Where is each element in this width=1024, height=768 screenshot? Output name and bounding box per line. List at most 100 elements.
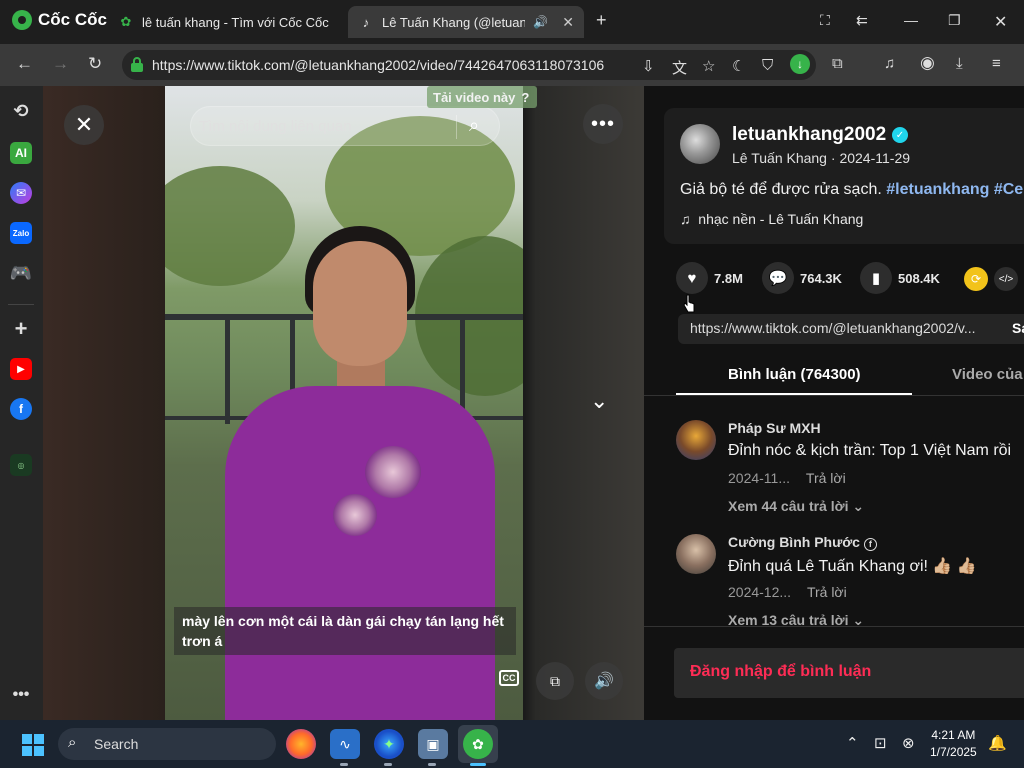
author-username[interactable]: letuankhang2002 bbox=[732, 124, 886, 146]
video-link-box[interactable]: https://www.tiktok.com/@letuankhang2002/… bbox=[678, 314, 1024, 344]
speaker-icon[interactable]: 🔊 bbox=[533, 15, 548, 29]
hashtags[interactable]: #letuankhang #Ce bbox=[886, 181, 1023, 198]
game-controller-icon[interactable]: 🎮 bbox=[10, 262, 32, 284]
zalo-icon[interactable]: Zalo bbox=[10, 222, 32, 244]
taskbar-search[interactable]: ⌕ Search bbox=[58, 728, 276, 760]
shield-icon[interactable]: ⛉ bbox=[762, 57, 773, 74]
search-icon[interactable]: ⌕ bbox=[469, 115, 479, 136]
author-avatar[interactable] bbox=[680, 124, 720, 164]
description-text: Giả bộ té để được rửa sạch. bbox=[680, 181, 882, 198]
profile-icon[interactable]: ◉ bbox=[920, 53, 935, 73]
hand-cursor-icon bbox=[683, 294, 695, 313]
tiktok-favicon-icon: ♪ bbox=[362, 14, 370, 30]
commenter-avatar[interactable] bbox=[676, 420, 716, 460]
downloads-icon[interactable]: ⤓ bbox=[956, 55, 963, 72]
running-indicator bbox=[470, 763, 486, 766]
savior-download-icon[interactable]: ↓ bbox=[790, 54, 810, 74]
search-placeholder: Tìm nội dung liên quan bbox=[199, 118, 352, 135]
comment-bubble-icon[interactable]: 💬 bbox=[762, 262, 794, 294]
video-description: Giả bộ té để được rửa sạch. #letuankhang… bbox=[680, 181, 1023, 199]
palm-foliage bbox=[165, 166, 295, 286]
add-sidebar-item-icon[interactable]: + bbox=[10, 316, 32, 341]
maximize-icon[interactable]: ❐ bbox=[948, 12, 961, 29]
download-page-icon[interactable]: ⇩ bbox=[642, 57, 655, 75]
dark-mode-icon[interactable]: ☾ bbox=[732, 57, 745, 75]
extensions-icon[interactable]: ⧉ bbox=[832, 55, 843, 72]
translate-icon[interactable]: 文 bbox=[672, 57, 687, 78]
windows-start-icon[interactable] bbox=[22, 734, 44, 756]
back-history-icon[interactable]: ⇇ bbox=[856, 12, 868, 29]
author-display-name[interactable]: Lê Tuấn Khang bbox=[732, 150, 827, 166]
login-to-comment-button[interactable]: Đăng nhập để bình luận bbox=[674, 648, 1024, 698]
network-icon[interactable]: ⊡ bbox=[874, 734, 887, 752]
bookmark-icon[interactable]: ▮ bbox=[860, 262, 892, 294]
close-window-icon[interactable]: ✕ bbox=[994, 12, 1007, 32]
forward-icon[interactable]: → bbox=[52, 54, 69, 74]
new-tab-button[interactable]: + bbox=[596, 10, 607, 31]
close-video-button[interactable]: ✕ bbox=[64, 105, 104, 145]
network-app-icon[interactable]: ✦ bbox=[374, 729, 404, 759]
commenter-name-text: Cường Bình Phước bbox=[728, 534, 860, 550]
facebook-icon[interactable]: f bbox=[10, 398, 32, 420]
tab-creator-videos[interactable]: Video của bbox=[952, 366, 1023, 383]
volume-icon[interactable]: 🔊 bbox=[585, 662, 623, 700]
bookmark-star-icon[interactable]: ☆ bbox=[702, 57, 715, 75]
floating-player-icon[interactable]: ⧉ bbox=[536, 662, 574, 700]
download-video-badge[interactable]: Tải video này ? bbox=[427, 86, 538, 108]
repost-icon[interactable]: ⟳ bbox=[964, 267, 988, 291]
music-line[interactable]: ♫ nhạc nền - Lê Tuấn Khang bbox=[680, 211, 863, 227]
task-manager-icon[interactable]: ∿ bbox=[330, 729, 360, 759]
save-action[interactable]: ▮ 508.4K bbox=[860, 262, 940, 294]
heart-icon[interactable]: ♥ bbox=[676, 262, 708, 294]
volume-muted-icon[interactable]: ⊗ bbox=[902, 734, 915, 752]
menu-icon[interactable]: ≡ bbox=[992, 55, 1001, 72]
messenger-icon[interactable]: ✉ bbox=[10, 182, 32, 204]
comment-action[interactable]: 💬 764.3K bbox=[762, 262, 842, 294]
video-subtitle: mày lên cơn một cái là dàn gái chạy tán … bbox=[174, 607, 516, 655]
coccoc-2024-icon[interactable]: ◎ bbox=[10, 454, 32, 476]
firefox-icon[interactable] bbox=[286, 729, 316, 759]
commenter-name[interactable]: Cường Bình Phước f bbox=[728, 534, 877, 551]
search-divider bbox=[456, 115, 457, 139]
minimize-icon[interactable]: — bbox=[904, 12, 918, 28]
tab-comments[interactable]: Bình luận (764300) bbox=[728, 366, 861, 383]
reply-button[interactable]: Trả lời bbox=[807, 584, 847, 600]
post-date: 2024-11-29 bbox=[839, 150, 911, 166]
taskbar-clock[interactable]: 4:21 AM 1/7/2025 bbox=[930, 727, 977, 761]
download-badge-help[interactable]: ? bbox=[521, 90, 529, 105]
close-tab-icon[interactable]: ✕ bbox=[562, 14, 574, 31]
like-action[interactable]: ♥ 7.8M bbox=[676, 262, 743, 294]
browser-tab-bar: Cốc Cốc ✿ lê tuấn khang - Tìm với Cốc Cố… bbox=[0, 0, 1024, 44]
youtube-icon[interactable]: ▶ bbox=[10, 358, 32, 380]
sidebar-divider bbox=[8, 304, 34, 305]
closed-captions-button[interactable]: CC bbox=[499, 670, 519, 686]
fence-post bbox=[225, 314, 230, 424]
back-icon[interactable]: ← bbox=[16, 54, 33, 74]
coccoc-taskbar-icon[interactable]: ✿ bbox=[463, 729, 493, 759]
media-control-icon[interactable]: ♫ bbox=[884, 55, 895, 72]
reply-button[interactable]: Trả lời bbox=[806, 470, 846, 486]
copy-link-button[interactable]: Sa bbox=[1012, 320, 1024, 336]
next-video-chevron-icon[interactable]: ⌄ bbox=[590, 388, 608, 414]
clock-date: 1/7/2025 bbox=[930, 745, 977, 759]
view-replies-button[interactable]: Xem 44 câu trả lời ⌄ bbox=[728, 498, 864, 515]
notification-bell-icon[interactable]: 🔔 bbox=[988, 734, 1007, 752]
screenshot-icon[interactable]: ⛶ bbox=[820, 12, 830, 29]
more-options-icon[interactable]: ••• bbox=[10, 684, 32, 706]
running-indicator bbox=[384, 763, 392, 766]
reload-icon[interactable]: ↻ bbox=[88, 54, 102, 74]
show-hidden-icons-chevron-icon[interactable]: ⌃ bbox=[846, 734, 859, 752]
embed-code-icon[interactable]: </> bbox=[994, 267, 1018, 291]
remote-desktop-icon[interactable]: ▣ bbox=[418, 729, 448, 759]
ai-assistant-icon[interactable]: AI bbox=[10, 142, 32, 164]
address-bar[interactable]: https://www.tiktok.com/@letuankhang2002/… bbox=[122, 50, 816, 80]
history-icon[interactable]: ⟲ bbox=[10, 100, 32, 122]
related-search-box[interactable]: Tìm nội dung liên quan ⌕ bbox=[190, 106, 500, 146]
video-player-area: ✕ Tìm nội dung liên quan ⌕ Tải video này… bbox=[43, 86, 644, 720]
commenter-name[interactable]: Pháp Sư MXH bbox=[728, 420, 821, 436]
tab-search-results[interactable]: ✿ lê tuấn khang - Tìm với Cốc Cốc bbox=[108, 6, 340, 38]
tab-tiktok[interactable]: ♪ Lê Tuấn Khang (@letuank 🔊 ✕ bbox=[348, 6, 584, 38]
more-options-button[interactable]: ••• bbox=[583, 104, 623, 144]
browser-logo[interactable]: Cốc Cốc bbox=[12, 10, 107, 30]
commenter-avatar[interactable] bbox=[676, 534, 716, 574]
